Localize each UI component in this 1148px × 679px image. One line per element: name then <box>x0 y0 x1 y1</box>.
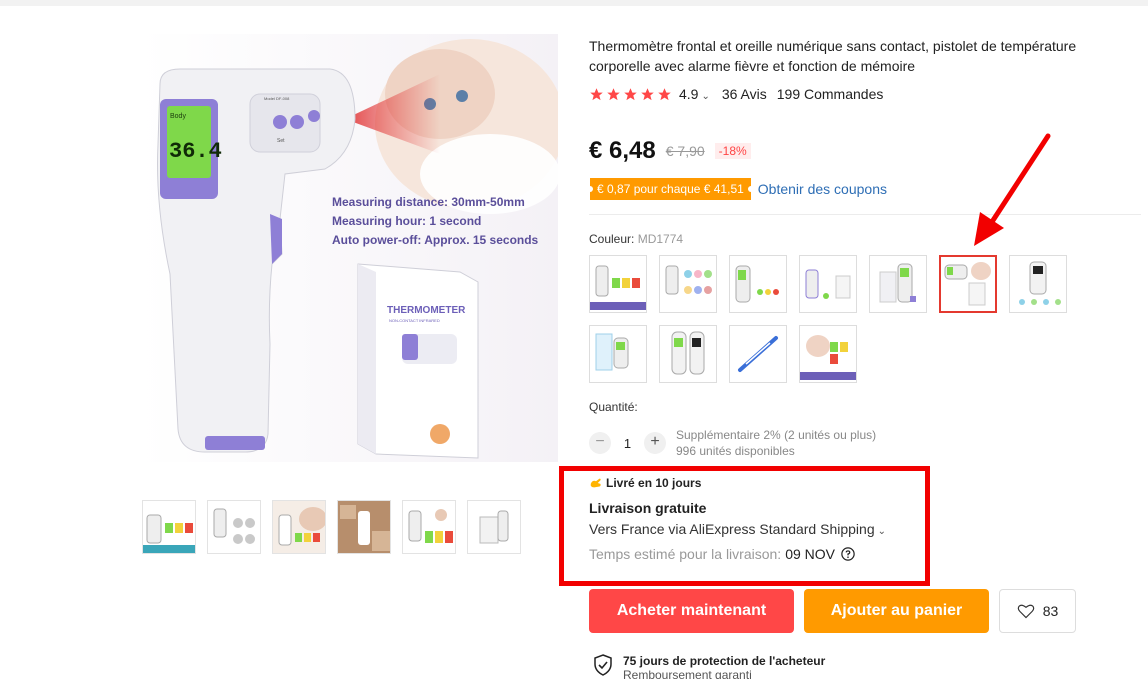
shipping-route-dropdown[interactable]: Vers France via AliExpress Standard Ship… <box>589 521 886 537</box>
star-icon <box>607 87 620 100</box>
caption-line-3: Auto power-off: Approx. 15 seconds <box>332 233 539 247</box>
color-swatch-1[interactable] <box>589 255 647 313</box>
thumbnail-5[interactable] <box>402 500 456 554</box>
star-icon <box>658 87 671 100</box>
quantity-stepper: − 1 + Supplémentaire 2% (2 unités ou plu… <box>589 427 876 459</box>
eta-label: Temps estimé pour la livraison: <box>589 546 782 562</box>
thumbnail-3[interactable] <box>272 500 326 554</box>
color-selected-value: MD1774 <box>637 232 684 246</box>
free-shipping-label: Livraison gratuite <box>589 500 707 516</box>
thumbnail-4[interactable] <box>337 500 391 554</box>
protection-title: 75 jours de protection de l'acheteur <box>623 654 826 668</box>
color-swatch-10[interactable] <box>729 325 787 383</box>
svg-text:Set: Set <box>277 138 285 144</box>
quantity-label: Quantité: <box>589 400 638 414</box>
shipping-route-text: Vers France via AliExpress Standard Ship… <box>589 521 875 537</box>
protection-subtitle: Remboursement garanti <box>623 668 752 679</box>
coupon-badge: € 0,87 pour chaque € 41,51 <box>587 178 754 200</box>
orders-count: 199 Commandes <box>776 86 884 102</box>
get-coupons-link[interactable]: Obtenir des coupons <box>758 181 887 197</box>
color-swatch-8[interactable] <box>589 325 647 383</box>
shield-check-icon <box>594 654 612 676</box>
star-icon <box>641 87 654 100</box>
quantity-plus-button[interactable]: + <box>644 432 666 454</box>
product-title: Thermomètre frontal et oreille numérique… <box>589 38 1077 74</box>
color-swatch-5[interactable] <box>869 255 927 313</box>
thumbnail-2[interactable] <box>207 500 261 554</box>
delivery-hand-icon <box>590 478 601 488</box>
color-label-text: Couleur: <box>589 232 635 246</box>
quantity-info: Supplémentaire 2% (2 unités ou plus) 996… <box>676 427 876 459</box>
help-icon[interactable] <box>841 547 855 561</box>
add-to-cart-button[interactable]: Ajouter au panier <box>804 589 989 633</box>
rating-value: 4.9 <box>679 86 699 102</box>
buy-now-button[interactable]: Acheter maintenant <box>589 589 794 633</box>
color-swatch-7[interactable] <box>1009 255 1067 313</box>
rating-stars <box>589 87 672 102</box>
color-swatch-3[interactable] <box>729 255 787 313</box>
svg-text:Model DF-008: Model DF-008 <box>264 96 290 101</box>
color-swatches <box>589 255 1079 383</box>
delivery-tag: Livré en 10 jours <box>589 476 701 490</box>
estimated-delivery: Temps estimé pour la livraison: 09 NOV <box>589 546 855 562</box>
caption-line-1: Measuring distance: 30mm-50mm <box>332 195 525 209</box>
screen-tag: Body <box>170 113 186 120</box>
coupon-row: € 0,87 pour chaque € 41,51 Obtenir des c… <box>587 178 887 200</box>
price-row: € 6,48 € 7,90 -18% <box>589 137 751 165</box>
color-label: Couleur: MD1774 <box>589 232 683 246</box>
wishlist-count: 83 <box>1042 603 1059 619</box>
svg-text:NON-CONTACT INFRARED: NON-CONTACT INFRARED <box>389 318 440 323</box>
original-price: € 7,90 <box>665 143 705 159</box>
color-swatch-6-selected[interactable] <box>939 255 997 313</box>
reviews-link[interactable]: 36 Avis <box>722 86 767 102</box>
stock-available-text: 996 unités disponibles <box>676 444 795 458</box>
heart-icon <box>1017 604 1034 619</box>
discount-badge: -18% <box>714 143 751 159</box>
chevron-down-icon: ⌄ <box>877 526 886 537</box>
bulk-discount-text: Supplémentaire 2% (2 unités ou plus) <box>676 428 877 442</box>
thumbnail-1[interactable] <box>142 500 196 554</box>
thumbnail-6[interactable] <box>467 500 521 554</box>
color-swatch-11[interactable] <box>799 325 857 383</box>
caption-line-2: Measuring hour: 1 second <box>332 214 481 228</box>
delivery-tag-text: Livré en 10 jours <box>606 476 702 490</box>
rating-row: 4.9 ⌄ 36 Avis 199 Commandes <box>589 85 883 103</box>
color-swatch-4[interactable] <box>799 255 857 313</box>
top-bar <box>0 0 1148 6</box>
current-price: € 6,48 <box>589 137 656 164</box>
thumbnail-strip <box>142 500 521 554</box>
star-icon <box>590 87 603 100</box>
main-product-image[interactable]: Body 36.4 Model DF-008 Set Measuring dis… <box>140 34 558 462</box>
wishlist-button[interactable]: 83 <box>999 589 1076 633</box>
quantity-value[interactable]: 1 <box>611 436 644 451</box>
rating-dropdown[interactable]: 4.9 ⌄ <box>679 86 710 102</box>
star-icon <box>624 87 637 100</box>
screen-reading: 36.4 <box>169 139 222 164</box>
buyer-protection: 75 jours de protection de l'acheteur Rem… <box>593 654 825 679</box>
quantity-minus-button[interactable]: − <box>589 432 611 454</box>
chevron-down-icon: ⌄ <box>701 91 710 102</box>
box-title: THERMOMETER <box>387 305 466 316</box>
color-swatch-2[interactable] <box>659 255 717 313</box>
color-swatch-9[interactable] <box>659 325 717 383</box>
red-arrow-annotation <box>974 133 1051 246</box>
eta-date: 09 NOV <box>785 546 835 562</box>
